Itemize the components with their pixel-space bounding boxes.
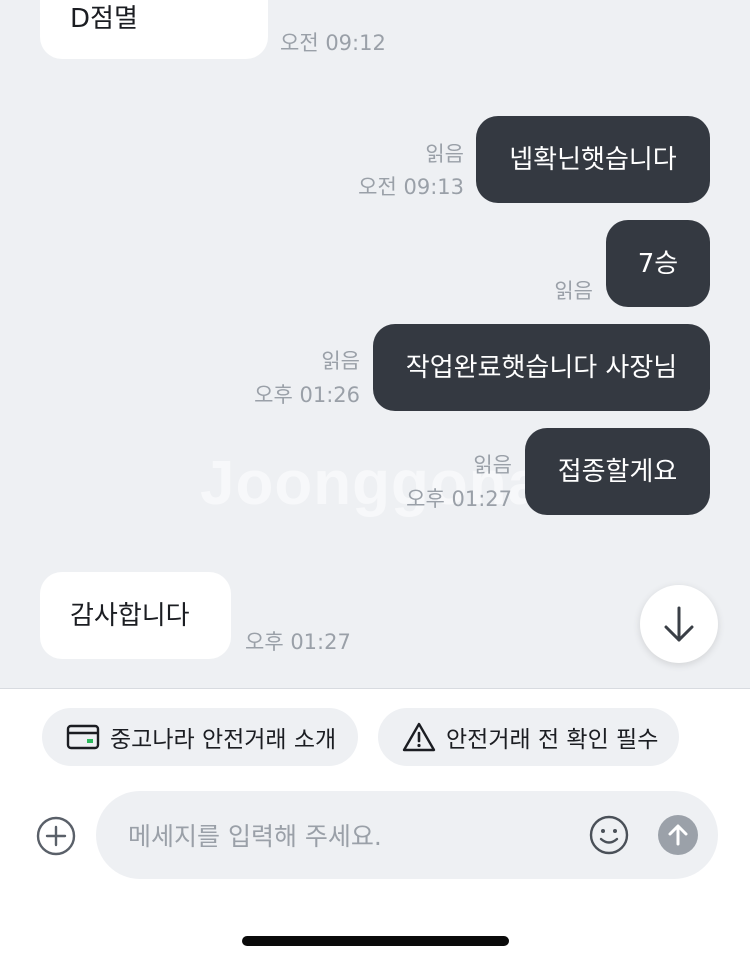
arrow-down-icon [661,604,697,644]
add-attachment-button[interactable] [36,816,76,856]
plus-circle-icon [36,816,76,856]
chat-area[interactable]: D점멸 오전 09:12 넵확닌햇습니다 읽음 오전 09:13 7승 읽음 작… [0,0,750,688]
home-indicator[interactable] [242,936,509,946]
message-input[interactable] [126,791,570,881]
message-time: 오후 01:27 [406,487,512,511]
message-text: 7승 [637,248,679,279]
read-receipt: 읽음 [321,349,360,373]
message-time: 오후 01:26 [254,383,360,407]
scroll-to-bottom-button[interactable] [640,585,718,663]
read-receipt: 읽음 [554,279,593,303]
chip-label: 중고나라 안전거래 소개 [110,727,337,753]
safe-trade-check-chip[interactable]: 안전거래 전 확인 필수 [378,708,679,766]
send-button[interactable] [658,815,698,855]
message-text: 접종할게요 [557,456,678,487]
message-text: 넵확닌햇습니다 [509,144,677,175]
card-icon [66,723,100,751]
chip-label: 안전거래 전 확인 필수 [446,727,659,753]
warning-icon [402,721,436,753]
incoming-message-bubble[interactable]: D점멸 [40,0,268,59]
message-time: 오전 09:12 [280,31,386,55]
read-receipt: 읽음 [425,142,464,166]
message-text: 작업완료햇습니다 사장님 [405,352,678,383]
outgoing-message-bubble[interactable]: 7승 [606,220,710,307]
safe-trade-intro-chip[interactable]: 중고나라 안전거래 소개 [42,708,358,766]
emoji-button[interactable] [589,815,629,855]
outgoing-message-bubble[interactable]: 작업완료햇습니다 사장님 [373,324,710,411]
message-text: D점멸 [70,3,138,34]
message-text: 감사합니다 [70,600,190,631]
smiley-icon [589,815,629,855]
message-time: 오전 09:13 [358,175,464,199]
arrow-up-icon [667,823,689,847]
outgoing-message-bubble[interactable]: 넵확닌햇습니다 [476,116,710,203]
outgoing-message-bubble[interactable]: 접종할게요 [525,428,710,515]
incoming-message-bubble[interactable]: 감사합니다 [40,572,231,659]
message-time: 오후 01:27 [245,630,351,654]
divider [0,688,750,689]
message-composer [96,791,718,881]
read-receipt: 읽음 [473,453,512,477]
